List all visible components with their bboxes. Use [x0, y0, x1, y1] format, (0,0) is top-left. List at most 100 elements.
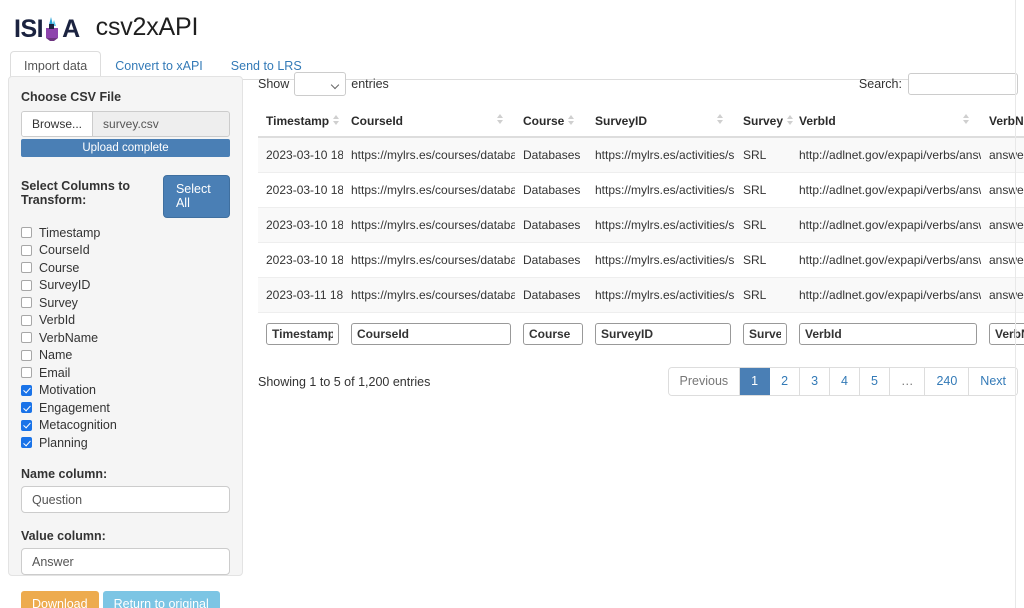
search-input[interactable]: [908, 73, 1018, 95]
filter-input-course[interactable]: [523, 323, 583, 345]
checkbox-icon[interactable]: [21, 245, 32, 256]
checkbox-label: Motivation: [39, 383, 96, 397]
checkbox-label: VerbId: [39, 313, 75, 327]
checkbox-icon[interactable]: [21, 385, 32, 396]
checkbox-row-verbname[interactable]: VerbName: [21, 329, 230, 347]
header-row: Timestamp CourseId Course SurveyID Surve…: [258, 106, 1024, 137]
pagination-previous[interactable]: Previous: [669, 368, 741, 395]
table-row[interactable]: 2023-03-10 18:14:38 https://mylrs.es/cou…: [258, 208, 1024, 243]
column-header-courseid[interactable]: CourseId: [343, 106, 515, 137]
checkbox-icon[interactable]: [21, 350, 32, 361]
cell-course: Databases: [515, 243, 587, 278]
cell-verbname: answered: [981, 137, 1024, 173]
checkbox-icon[interactable]: [21, 227, 32, 238]
cell-courseid: https://mylrs.es/courses/databases: [343, 208, 515, 243]
pagination-page-2[interactable]: 2: [770, 368, 800, 395]
filter-cell-verbname: [981, 313, 1024, 356]
checkbox-row-verbid[interactable]: VerbId: [21, 311, 230, 329]
table-row[interactable]: 2023-03-10 18:14:38 https://mylrs.es/cou…: [258, 173, 1024, 208]
checkbox-icon[interactable]: [21, 332, 32, 343]
pagination: Previous 1 2 3 4 5 … 240 Next: [668, 367, 1018, 396]
filter-input-verbname[interactable]: [989, 323, 1024, 345]
checkbox-label: CourseId: [39, 243, 90, 257]
filter-input-survey[interactable]: [743, 323, 787, 345]
pagination-page-4[interactable]: 4: [830, 368, 860, 395]
select-all-button[interactable]: Select All: [163, 175, 230, 218]
checkbox-icon[interactable]: [21, 297, 32, 308]
column-header-verbid[interactable]: VerbId: [791, 106, 981, 137]
checkbox-label: Course: [39, 261, 79, 275]
column-header-surveyid[interactable]: SurveyID: [587, 106, 735, 137]
cell-verbname: answered: [981, 208, 1024, 243]
sidebar-panel: Choose CSV File Browse... survey.csv Upl…: [8, 76, 243, 576]
page-length-select[interactable]: [294, 72, 346, 96]
filter-cell-surveyid: [587, 313, 735, 356]
checkbox-icon[interactable]: [21, 420, 32, 431]
cell-verbid: http://adlnet.gov/expapi/verbs/answered: [791, 137, 981, 173]
pagination-page-1[interactable]: 1: [740, 368, 770, 395]
cell-courseid: https://mylrs.es/courses/databases: [343, 243, 515, 278]
pagination-page-5[interactable]: 5: [860, 368, 890, 395]
checkbox-row-name[interactable]: Name: [21, 346, 230, 364]
checkbox-row-timestamp[interactable]: Timestamp: [21, 224, 230, 242]
filter-cell-timestamp: [258, 313, 343, 356]
pagination-page-240[interactable]: 240: [925, 368, 969, 395]
cell-verbid: http://adlnet.gov/expapi/verbs/answered: [791, 173, 981, 208]
filter-input-timestamp[interactable]: [266, 323, 339, 345]
pagination-next[interactable]: Next: [969, 368, 1017, 395]
checkbox-label: Name: [39, 348, 72, 362]
checkbox-row-courseid[interactable]: CourseId: [21, 241, 230, 259]
data-table: Timestamp CourseId Course SurveyID Surve…: [258, 106, 1024, 355]
cell-surveyid: https://mylrs.es/activities/srl: [587, 173, 735, 208]
table-head: Timestamp CourseId Course SurveyID Surve…: [258, 106, 1024, 137]
column-header-timestamp[interactable]: Timestamp: [258, 106, 343, 137]
cell-survey: SRL: [735, 278, 791, 313]
checkbox-icon[interactable]: [21, 280, 32, 291]
cell-course: Databases: [515, 137, 587, 173]
filter-cell-verbid: [791, 313, 981, 356]
table-row[interactable]: 2023-03-10 18:14:38 https://mylrs.es/cou…: [258, 137, 1024, 173]
checkbox-icon[interactable]: [21, 315, 32, 326]
table-row[interactable]: 2023-03-10 18:14:38 https://mylrs.es/cou…: [258, 243, 1024, 278]
cell-courseid: https://mylrs.es/courses/databases: [343, 173, 515, 208]
pagination-page-3[interactable]: 3: [800, 368, 830, 395]
right-divider: [1015, 0, 1016, 608]
download-button[interactable]: Download: [21, 591, 99, 608]
sort-icon: [963, 114, 971, 124]
column-header-survey[interactable]: Survey: [735, 106, 791, 137]
column-header-verbname[interactable]: VerbName: [981, 106, 1024, 137]
cell-verbid: http://adlnet.gov/expapi/verbs/answered: [791, 243, 981, 278]
checkbox-row-engagement[interactable]: Engagement: [21, 399, 230, 417]
checkbox-row-email[interactable]: Email: [21, 364, 230, 382]
checkbox-label: Email: [39, 366, 70, 380]
value-column-input[interactable]: [21, 548, 230, 575]
checkbox-row-planning[interactable]: Planning: [21, 434, 230, 452]
checkbox-icon[interactable]: [21, 437, 32, 448]
checkbox-icon[interactable]: [21, 402, 32, 413]
file-input-group[interactable]: Browse... survey.csv: [21, 111, 230, 137]
filter-input-verbid[interactable]: [799, 323, 977, 345]
column-header-course[interactable]: Course: [515, 106, 587, 137]
checkbox-row-motivation[interactable]: Motivation: [21, 381, 230, 399]
checkbox-icon[interactable]: [21, 262, 32, 273]
checkbox-icon[interactable]: [21, 367, 32, 378]
cell-surveyid: https://mylrs.es/activities/srl: [587, 208, 735, 243]
return-to-original-button[interactable]: Return to original: [103, 591, 220, 608]
filter-input-surveyid[interactable]: [595, 323, 731, 345]
browse-button[interactable]: Browse...: [22, 112, 93, 136]
name-column-input[interactable]: [21, 486, 230, 513]
value-column-label: Value column:: [21, 529, 230, 543]
checkbox-row-course[interactable]: Course: [21, 259, 230, 277]
table-row[interactable]: 2023-03-11 18:13:38 https://mylrs.es/cou…: [258, 278, 1024, 313]
action-button-row: Download Return to original: [21, 591, 230, 608]
checkbox-row-surveyid[interactable]: SurveyID: [21, 276, 230, 294]
filter-input-courseid[interactable]: [351, 323, 511, 345]
entries-label: entries: [351, 77, 389, 91]
filter-cell-course: [515, 313, 587, 356]
sort-icon: [497, 114, 505, 124]
checkbox-row-metacognition[interactable]: Metacognition: [21, 416, 230, 434]
filter-cell-survey: [735, 313, 791, 356]
checkbox-row-survey[interactable]: Survey: [21, 294, 230, 312]
cell-course: Databases: [515, 173, 587, 208]
selected-file-name: survey.csv: [93, 112, 159, 136]
